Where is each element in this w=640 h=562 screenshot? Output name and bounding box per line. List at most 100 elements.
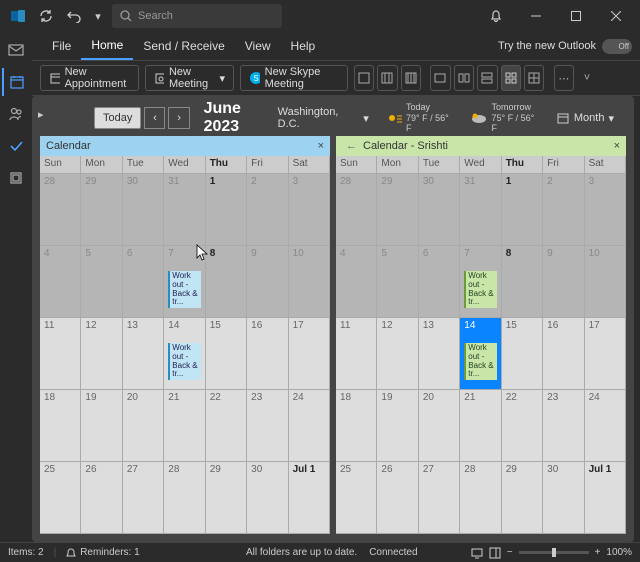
search-box[interactable]: Search — [112, 4, 282, 28]
view-selector[interactable]: Month▾ — [556, 111, 614, 125]
menu-view[interactable]: View — [235, 32, 281, 60]
calendar-cell[interactable]: 16 — [247, 318, 288, 390]
calendar-cell[interactable]: 17 — [585, 318, 626, 390]
menu-file[interactable]: File — [42, 32, 81, 60]
calendar-cell[interactable]: Jul 1 — [585, 462, 626, 534]
display-settings-icon[interactable] — [471, 547, 483, 559]
expand-navpane-button[interactable]: ▸ — [38, 108, 54, 124]
calendar-cell[interactable]: 7Work out - Back & tr... — [460, 246, 501, 318]
calendar-cell[interactable]: 24 — [289, 390, 330, 462]
today-button[interactable]: Today — [94, 107, 141, 129]
calendar-cell[interactable]: 28 — [336, 174, 377, 246]
view-day-icon[interactable] — [354, 65, 374, 91]
calendar-cell[interactable]: 27 — [123, 462, 164, 534]
calendar-cell[interactable]: 27 — [419, 462, 460, 534]
rail-people-icon[interactable] — [2, 100, 30, 128]
qat-dropdown-icon[interactable]: ▾ — [92, 6, 104, 26]
calendar-cell[interactable]: 22 — [206, 390, 247, 462]
calendar-cell[interactable]: 30 — [419, 174, 460, 246]
calendar-cell[interactable]: 15 — [206, 318, 247, 390]
arrange-3-icon[interactable] — [477, 65, 497, 91]
zoom-out-button[interactable]: − — [507, 547, 513, 558]
calendar-cell[interactable]: 30 — [247, 462, 288, 534]
calendar-cell[interactable]: 26 — [81, 462, 122, 534]
calendar-cell[interactable]: 12 — [81, 318, 122, 390]
prev-month-button[interactable]: ‹ — [144, 107, 165, 129]
calendar-cell[interactable]: 15 — [502, 318, 543, 390]
calendar-cell[interactable]: 3 — [289, 174, 330, 246]
calendar-event[interactable]: Work out - Back & tr... — [168, 343, 200, 380]
calendar-cell[interactable]: 20 — [123, 390, 164, 462]
calendar-cell[interactable]: 21 — [164, 390, 205, 462]
calendar-cell[interactable]: 11 — [336, 318, 377, 390]
calendar-cell[interactable]: 26 — [377, 462, 418, 534]
menu-help[interactable]: Help — [281, 32, 326, 60]
arrange-5-icon[interactable] — [524, 65, 544, 91]
rail-more-icon[interactable] — [2, 164, 30, 192]
ribbon-dropdown-icon[interactable]: ˅ — [577, 65, 597, 91]
toggle-switch[interactable]: Off — [602, 39, 632, 54]
reading-pane-icon[interactable] — [489, 547, 501, 559]
try-new-outlook[interactable]: Try the new Outlook Off — [498, 39, 632, 54]
zoom-in-button[interactable]: + — [595, 547, 601, 558]
next-month-button[interactable]: › — [168, 107, 189, 129]
calendar-cell[interactable]: 16 — [543, 318, 584, 390]
calendar-cell[interactable]: 17 — [289, 318, 330, 390]
calendar-cell[interactable]: 4 — [336, 246, 377, 318]
calendar-cell[interactable]: 4 — [40, 246, 81, 318]
calendar-cell[interactable]: 18 — [40, 390, 81, 462]
calendar-cell[interactable]: 1 — [206, 174, 247, 246]
close-icon[interactable]: × — [614, 140, 620, 152]
zoom-slider[interactable] — [519, 551, 589, 554]
calendar-cell[interactable]: 21 — [460, 390, 501, 462]
arrange-4-icon[interactable] — [501, 65, 521, 91]
calendar-cell[interactable]: 29 — [206, 462, 247, 534]
calendar-cell[interactable]: 8 — [502, 246, 543, 318]
calendar-event[interactable]: Work out - Back & tr... — [464, 343, 496, 380]
calendar-cell[interactable]: 23 — [543, 390, 584, 462]
view-workweek-icon[interactable] — [377, 65, 397, 91]
calendar-cell[interactable]: 6 — [419, 246, 460, 318]
calendar-cell[interactable]: 5 — [377, 246, 418, 318]
calendar-cell[interactable]: 9 — [543, 246, 584, 318]
arrange-2-icon[interactable] — [454, 65, 474, 91]
calendar-event[interactable]: Work out - Back & tr... — [464, 271, 496, 308]
minimize-button[interactable] — [516, 0, 556, 32]
calendar-cell[interactable]: 9 — [247, 246, 288, 318]
calendar-cell[interactable]: 13 — [123, 318, 164, 390]
weather-tomorrow[interactable]: Tomorrow75° F / 56° F — [470, 102, 540, 134]
bell-icon[interactable] — [476, 0, 516, 32]
calendar-cell[interactable]: 28 — [164, 462, 205, 534]
calendar-left-header[interactable]: Calendar × — [40, 136, 330, 156]
calendar-cell[interactable]: 23 — [247, 390, 288, 462]
calendar-cell[interactable]: 20 — [419, 390, 460, 462]
view-week-icon[interactable] — [401, 65, 421, 91]
calendar-cell[interactable]: 14Work out - Back & tr... — [164, 318, 205, 390]
calendar-cell[interactable]: 31 — [164, 174, 205, 246]
rail-todo-icon[interactable] — [2, 132, 30, 160]
ribbon-more-icon[interactable]: ⋯ — [554, 65, 574, 91]
calendar-cell[interactable]: 29 — [377, 174, 418, 246]
calendar-cell[interactable]: 24 — [585, 390, 626, 462]
calendar-cell[interactable]: 5 — [81, 246, 122, 318]
calendar-cell[interactable]: 28 — [40, 174, 81, 246]
sync-icon[interactable] — [36, 6, 56, 26]
calendar-right-header[interactable]: ← Calendar - Srishti × — [336, 136, 626, 156]
calendar-cell[interactable]: 7Work out - Back & tr... — [164, 246, 205, 318]
calendar-cell[interactable]: 29 — [81, 174, 122, 246]
calendar-cell[interactable]: Jul 1 — [289, 462, 330, 534]
location-selector[interactable]: Washington, D.C.▾ — [278, 106, 369, 130]
new-skype-meeting-button[interactable]: SNew Skype Meeting — [240, 65, 348, 91]
arrange-1-icon[interactable] — [430, 65, 450, 91]
calendar-cell[interactable]: 3 — [585, 174, 626, 246]
calendar-cell[interactable]: 30 — [543, 462, 584, 534]
weather-today[interactable]: Today79° F / 56° F — [385, 102, 455, 134]
calendar-cell[interactable]: 2 — [543, 174, 584, 246]
calendar-event[interactable]: Work out - Back & tr... — [168, 271, 200, 308]
calendar-cell[interactable]: 18 — [336, 390, 377, 462]
calendar-cell[interactable]: 1 — [502, 174, 543, 246]
calendar-cell[interactable]: 6 — [123, 246, 164, 318]
calendar-cell[interactable]: 29 — [502, 462, 543, 534]
calendar-cell[interactable]: 14Work out - Back & tr... — [460, 318, 501, 390]
calendar-cell[interactable]: 11 — [40, 318, 81, 390]
